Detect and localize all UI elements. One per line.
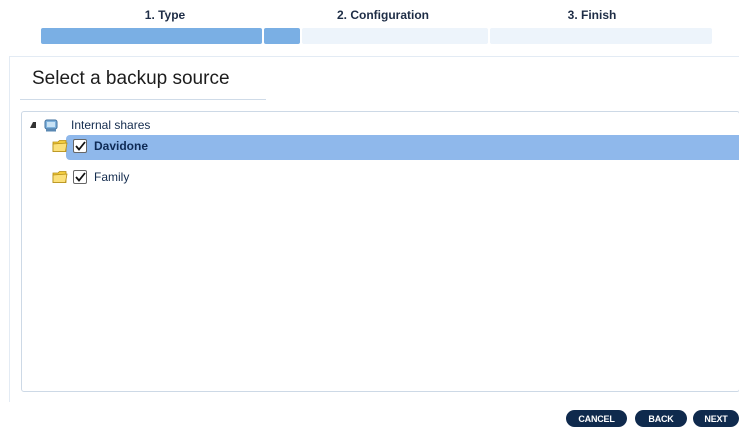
network-share-icon bbox=[44, 119, 58, 131]
backup-source-panel: Select a backup source Internal shares D… bbox=[9, 56, 739, 402]
progress-segment-partial bbox=[264, 28, 300, 44]
wizard-steps: 1. Type 2. Configuration 3. Finish bbox=[40, 8, 712, 26]
progress-segment-finish bbox=[490, 28, 712, 44]
progress-segment-type bbox=[41, 28, 262, 44]
selection-highlight bbox=[66, 135, 739, 160]
tree-root-internal-shares[interactable]: Internal shares bbox=[26, 114, 150, 136]
progress-segment-configuration bbox=[302, 28, 488, 44]
tree-item-davidone[interactable]: Davidone bbox=[52, 135, 739, 160]
panel-title: Select a backup source bbox=[32, 68, 230, 89]
checkmark-icon bbox=[74, 172, 86, 182]
step-finish-label: 3. Finish bbox=[567, 8, 617, 22]
tree-root-label: Internal shares bbox=[71, 118, 151, 132]
step-configuration-label: 2. Configuration bbox=[337, 8, 429, 22]
checkmark-icon bbox=[74, 141, 86, 151]
folder-icon bbox=[52, 140, 68, 152]
backup-wizard: 1. Type 2. Configuration 3. Finish Selec… bbox=[0, 0, 739, 427]
title-divider bbox=[20, 99, 266, 100]
back-button[interactable]: BACK bbox=[635, 410, 687, 427]
step-type-label: 1. Type bbox=[144, 8, 186, 22]
share-tree: Internal shares Davidone Family bbox=[21, 111, 739, 392]
folder-icon bbox=[52, 171, 68, 183]
expand-triangle-icon[interactable] bbox=[30, 122, 36, 128]
tree-item-label: Davidone bbox=[94, 139, 149, 153]
next-button[interactable]: NEXT bbox=[693, 410, 739, 427]
tree-item-family[interactable]: Family bbox=[52, 166, 129, 188]
family-checkbox[interactable] bbox=[73, 170, 87, 184]
tree-item-label: Family bbox=[94, 170, 130, 184]
davidone-checkbox[interactable] bbox=[73, 139, 87, 153]
wizard-progress-bar bbox=[41, 28, 712, 44]
cancel-button[interactable]: CANCEL bbox=[566, 410, 627, 427]
